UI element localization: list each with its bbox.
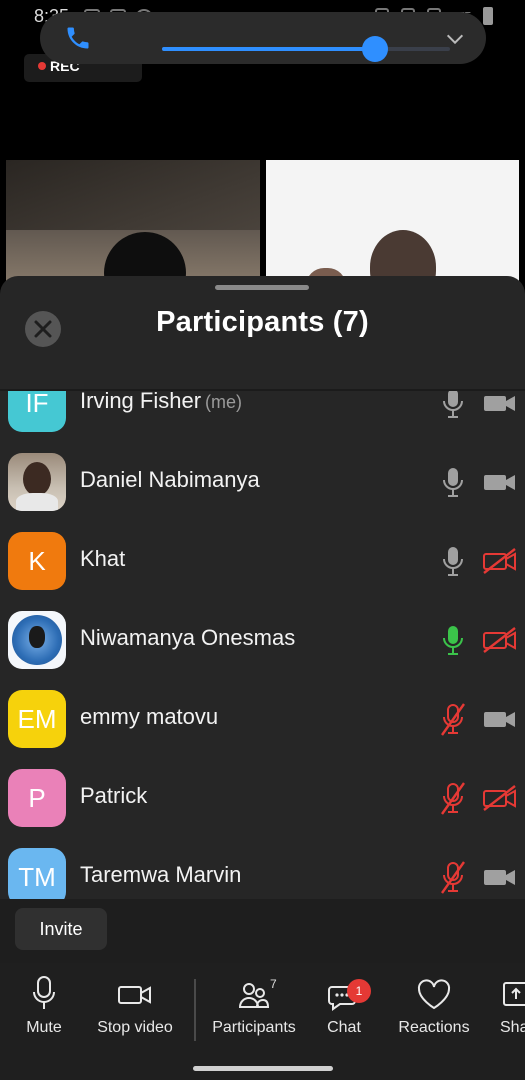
- sheet-title: Participants (7): [156, 306, 369, 338]
- photo-shirt: [16, 493, 58, 511]
- avatar-initials-text: P: [28, 782, 46, 813]
- participant-name-wrap: Taremwa Marvin: [80, 862, 241, 888]
- participants-button[interactable]: Participants: [208, 975, 300, 1047]
- heart-icon: [417, 979, 451, 1010]
- participants-label: Participants: [212, 1019, 296, 1036]
- me-tag: (me): [205, 392, 243, 412]
- participant-name: Patrick: [80, 783, 148, 808]
- participant-row[interactable]: Niwamanya Onesmas: [0, 601, 525, 680]
- toolbar-divider: [194, 979, 196, 1041]
- avatar-photo: [8, 453, 66, 511]
- chat-label: Chat: [327, 1019, 361, 1036]
- participant-row[interactable]: K Khat: [0, 522, 525, 601]
- invite-button[interactable]: Invite: [15, 908, 107, 950]
- battery-icon: [483, 7, 493, 25]
- microphone-icon[interactable]: [440, 623, 466, 657]
- volume-panel: [40, 12, 486, 64]
- video-camera-icon[interactable]: [482, 469, 518, 495]
- participant-list[interactable]: IF Irving Fisher (me) Daniel Nabimanya K Khat…: [0, 391, 525, 899]
- participants-sheet: Participants (7) IF Irving Fisher (me) Dani…: [0, 276, 525, 1080]
- participant-name: Khat: [80, 546, 126, 571]
- participant-name-wrap: Irving Fisher (me): [80, 391, 242, 414]
- avatar-initials-text: IF: [25, 391, 49, 418]
- video-background: [6, 160, 260, 230]
- video-tile[interactable]: [6, 160, 260, 290]
- participant-row[interactable]: Daniel Nabimanya: [0, 443, 525, 522]
- participant-name-wrap: emmy matovu: [80, 704, 218, 730]
- video-off-icon[interactable]: [482, 548, 518, 574]
- avatar-initials: K: [8, 532, 66, 590]
- mute-label: Mute: [26, 1019, 62, 1036]
- participants-count: 7: [270, 977, 277, 991]
- microphone-icon[interactable]: [440, 465, 466, 499]
- participant-name: Irving Fisher: [80, 391, 202, 413]
- avatar-initials: EM: [8, 690, 66, 748]
- participant-name-wrap: Niwamanya Onesmas: [80, 625, 295, 651]
- stop-video-label: Stop video: [97, 1019, 173, 1036]
- photo-figure: [29, 626, 45, 648]
- participant-name-wrap: Daniel Nabimanya: [80, 467, 260, 493]
- photo-face: [23, 462, 51, 496]
- avatar-initials-text: K: [28, 545, 46, 576]
- volume-slider-fill: [162, 47, 376, 51]
- stop-video-button[interactable]: Stop video: [94, 975, 176, 1047]
- share-button[interactable]: Share: [500, 975, 525, 1047]
- mute-button[interactable]: Mute: [14, 975, 74, 1047]
- avatar-photo: [8, 611, 66, 669]
- participant-name: Daniel Nabimanya: [80, 467, 260, 492]
- share-icon: [503, 982, 525, 1006]
- avatar-initials-text: EM: [17, 703, 57, 734]
- participant-row[interactable]: TM Taremwa Marvin: [0, 838, 525, 899]
- participant-row[interactable]: P Patrick: [0, 759, 525, 838]
- video-camera-icon[interactable]: [482, 706, 518, 732]
- microphone-icon: [33, 976, 55, 1009]
- avatar-initials: P: [8, 769, 66, 827]
- microphone-icon[interactable]: [440, 544, 466, 578]
- share-label: Share: [500, 1019, 525, 1036]
- microphone-muted-icon[interactable]: [440, 860, 466, 894]
- chat-unread-badge: 1: [347, 979, 371, 1003]
- home-indicator[interactable]: [193, 1066, 333, 1071]
- participant-name: Taremwa Marvin: [80, 862, 242, 887]
- microphone-icon[interactable]: [440, 391, 466, 420]
- avatar-initials: TM: [8, 848, 66, 899]
- avatar-initials: IF: [8, 391, 66, 432]
- video-camera-icon: [118, 986, 151, 1004]
- video-tile[interactable]: [266, 160, 519, 290]
- microphone-muted-icon[interactable]: [440, 702, 466, 736]
- participant-row[interactable]: IF Irving Fisher (me): [0, 391, 525, 443]
- video-camera-icon[interactable]: [482, 864, 518, 890]
- meeting-toolbar: Mute Stop video Participants 7 Chat 1 Re…: [0, 963, 525, 1080]
- video-off-icon[interactable]: [482, 785, 518, 811]
- participant-name: emmy matovu: [80, 704, 219, 729]
- avatar-initials-text: TM: [18, 861, 56, 892]
- phone-call-icon[interactable]: [64, 24, 92, 52]
- chevron-down-icon[interactable]: [444, 28, 466, 50]
- participant-row[interactable]: EM emmy matovu: [0, 680, 525, 759]
- participants-icon: [238, 983, 270, 1008]
- video-off-icon[interactable]: [482, 627, 518, 653]
- participant-name-wrap: Patrick: [80, 783, 147, 809]
- video-camera-icon[interactable]: [482, 391, 518, 416]
- recording-dot-icon: [38, 62, 46, 70]
- volume-slider[interactable]: [162, 36, 450, 62]
- sheet-drag-handle[interactable]: [215, 285, 309, 290]
- reactions-button[interactable]: Reactions: [394, 975, 474, 1047]
- participant-name: Niwamanya Onesmas: [80, 625, 296, 650]
- volume-slider-thumb[interactable]: [362, 36, 389, 62]
- invite-bar: Invite: [0, 899, 525, 963]
- microphone-muted-icon[interactable]: [440, 781, 466, 815]
- participant-name-wrap: Khat: [80, 546, 125, 572]
- reactions-label: Reactions: [398, 1019, 470, 1036]
